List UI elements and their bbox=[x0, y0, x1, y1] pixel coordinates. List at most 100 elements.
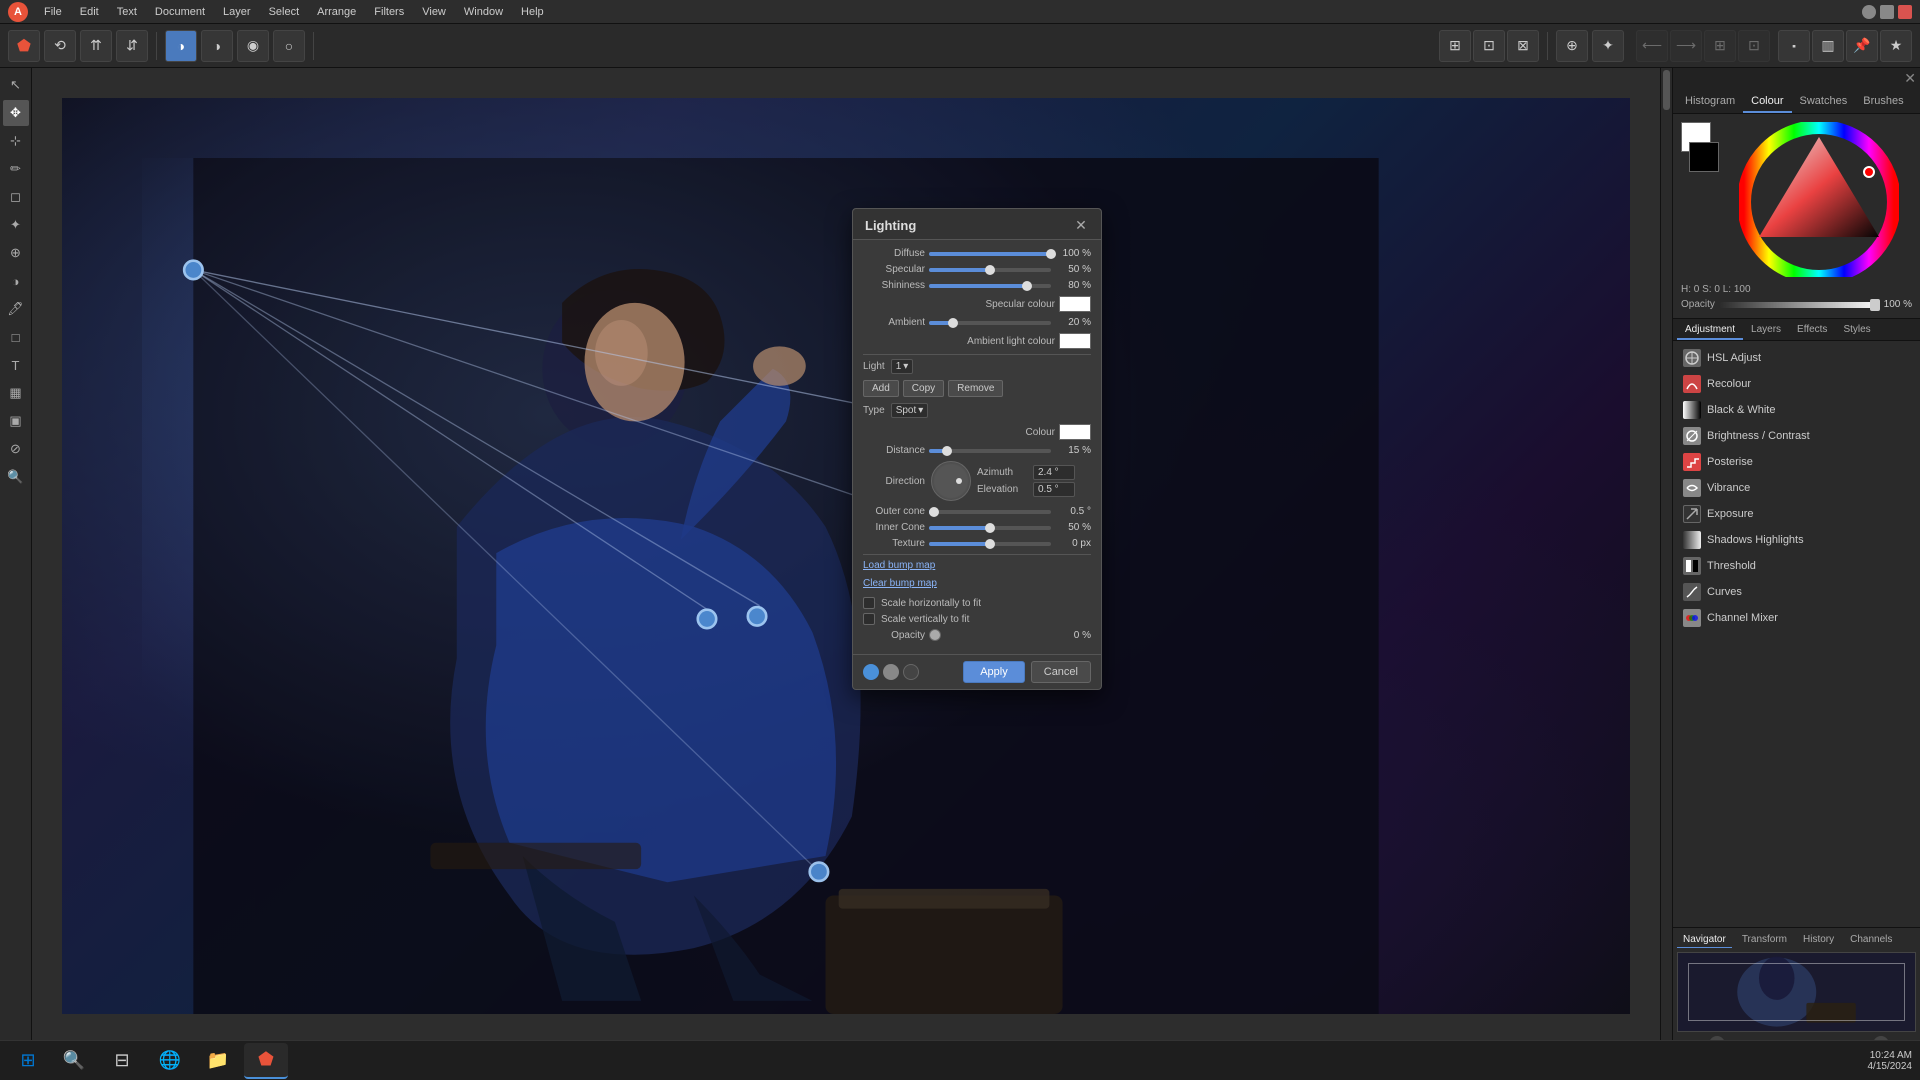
marquee-btn[interactable]: ⊡ bbox=[1473, 30, 1505, 62]
tool-shape[interactable]: □ bbox=[3, 324, 29, 350]
adj-channel-mixer[interactable]: Channel Mixer bbox=[1677, 605, 1916, 631]
apply-button[interactable]: Apply bbox=[963, 661, 1025, 683]
tool-eraser[interactable]: ◻ bbox=[3, 184, 29, 210]
tool-gradient[interactable]: ▦ bbox=[3, 380, 29, 406]
footer-icon-3[interactable] bbox=[903, 664, 919, 680]
adj-exposure[interactable]: Exposure bbox=[1677, 501, 1916, 527]
panel-close-button[interactable]: ✕ bbox=[1904, 70, 1916, 87]
copy-light-button[interactable]: Copy bbox=[903, 380, 944, 397]
tab-brushes[interactable]: Brushes bbox=[1855, 91, 1911, 113]
inner-cone-thumb[interactable] bbox=[985, 523, 995, 533]
ambient-thumb[interactable] bbox=[948, 318, 958, 328]
history-back[interactable]: ⟵ bbox=[1636, 30, 1668, 62]
history-fwd[interactable]: ⟶ bbox=[1670, 30, 1702, 62]
canvas-view[interactable]: Lighting ✕ Diffuse 100 % bbox=[32, 68, 1660, 1044]
vertical-scrollbar[interactable] bbox=[1660, 68, 1672, 1044]
tool-text[interactable]: T bbox=[3, 352, 29, 378]
tool-pen[interactable]: 🖊 bbox=[3, 296, 29, 322]
tab-histogram[interactable]: Histogram bbox=[1677, 91, 1743, 113]
adj-shadows-highlights[interactable]: Shadows Highlights bbox=[1677, 527, 1916, 553]
adj-hsl-adjust[interactable]: HSL Adjust bbox=[1677, 345, 1916, 371]
cancel-button[interactable]: Cancel bbox=[1031, 661, 1091, 683]
menu-help[interactable]: Help bbox=[513, 4, 552, 20]
tab-effects[interactable]: Effects bbox=[1789, 321, 1835, 340]
window-close[interactable] bbox=[1898, 5, 1912, 19]
snap-btn[interactable]: ⊕ bbox=[1556, 30, 1588, 62]
azimuth-input[interactable] bbox=[1033, 465, 1075, 480]
toolbar-affinity-home[interactable]: ⬟ bbox=[8, 30, 40, 62]
diffuse-thumb[interactable] bbox=[1046, 249, 1056, 259]
window-minimize[interactable] bbox=[1862, 5, 1876, 19]
tool-dodge[interactable]: ◑ bbox=[3, 268, 29, 294]
footer-icon-1[interactable] bbox=[863, 664, 879, 680]
tool-zoom[interactable]: 🔍 bbox=[3, 464, 29, 490]
opacity-slider[interactable] bbox=[1719, 302, 1880, 308]
nav-tab-history[interactable]: History bbox=[1797, 932, 1840, 948]
adj-posterise[interactable]: Posterise bbox=[1677, 449, 1916, 475]
tool-clone[interactable]: ⊕ bbox=[3, 240, 29, 266]
footer-icon-2[interactable] bbox=[883, 664, 899, 680]
clear-bump-map-button[interactable]: Clear bump map bbox=[863, 578, 937, 589]
view-star[interactable]: ★ bbox=[1880, 30, 1912, 62]
specular-slider[interactable] bbox=[929, 268, 1051, 272]
menu-layer[interactable]: Layer bbox=[215, 4, 259, 20]
tool-crop[interactable]: ⊹ bbox=[3, 128, 29, 154]
tab-adjustment[interactable]: Adjustment bbox=[1677, 321, 1743, 340]
opacity-slider-thumb[interactable] bbox=[1870, 299, 1880, 311]
menu-file[interactable]: File bbox=[36, 4, 70, 20]
direction-dial[interactable] bbox=[931, 461, 971, 501]
start-button[interactable]: ⊞ bbox=[8, 1045, 48, 1077]
history-more[interactable]: ⊞ bbox=[1704, 30, 1736, 62]
nav-tab-channels[interactable]: Channels bbox=[1844, 932, 1898, 948]
inner-cone-slider[interactable] bbox=[929, 526, 1051, 530]
toolbar-blend-mode[interactable]: ◑ bbox=[165, 30, 197, 62]
tab-layers[interactable]: Layers bbox=[1743, 321, 1789, 340]
elevation-input[interactable] bbox=[1033, 482, 1075, 497]
nav-tab-navigator[interactable]: Navigator bbox=[1677, 932, 1732, 948]
pixel-btn[interactable]: ⊠ bbox=[1507, 30, 1539, 62]
menu-arrange[interactable]: Arrange bbox=[309, 4, 364, 20]
dialog-close-button[interactable]: ✕ bbox=[1073, 217, 1089, 233]
toolbar-colors[interactable]: ◉ bbox=[237, 30, 269, 62]
outer-cone-slider[interactable] bbox=[929, 510, 1051, 514]
texture-slider[interactable] bbox=[929, 542, 1051, 546]
tab-swatches[interactable]: Swatches bbox=[1792, 91, 1856, 113]
adj-recolour[interactable]: Recolour bbox=[1677, 371, 1916, 397]
toolbar-contrast[interactable]: ◑ bbox=[201, 30, 233, 62]
tool-fill[interactable]: ▣ bbox=[3, 408, 29, 434]
menu-select[interactable]: Select bbox=[261, 4, 308, 20]
background-swatch[interactable] bbox=[1689, 142, 1719, 172]
diffuse-slider[interactable] bbox=[929, 252, 1051, 256]
taskbar-edge[interactable]: 🌐 bbox=[148, 1043, 192, 1079]
tool-healing[interactable]: ✦ bbox=[3, 212, 29, 238]
tool-color-picker[interactable]: ⊘ bbox=[3, 436, 29, 462]
menu-text[interactable]: Text bbox=[109, 4, 145, 20]
view-panel[interactable]: ▥ bbox=[1812, 30, 1844, 62]
nav-tab-transform[interactable]: Transform bbox=[1736, 932, 1793, 948]
window-maximize[interactable] bbox=[1880, 5, 1894, 19]
load-bump-map-button[interactable]: Load bump map bbox=[863, 560, 935, 571]
adj-black-white[interactable]: Black & White bbox=[1677, 397, 1916, 423]
history-4[interactable]: ⊡ bbox=[1738, 30, 1770, 62]
texture-thumb[interactable] bbox=[985, 539, 995, 549]
adj-brightness[interactable]: Brightness / Contrast bbox=[1677, 423, 1916, 449]
shininess-thumb[interactable] bbox=[1022, 281, 1032, 291]
remove-light-button[interactable]: Remove bbox=[948, 380, 1003, 397]
scale-vertical-checkbox[interactable] bbox=[863, 613, 875, 625]
type-select[interactable]: Spot ▾ bbox=[891, 403, 929, 418]
menu-document[interactable]: Document bbox=[147, 4, 213, 20]
adj-curves[interactable]: Curves bbox=[1677, 579, 1916, 605]
taskbar-taskview[interactable]: ⊟ bbox=[100, 1043, 144, 1079]
taskbar-affinity[interactable]: ⬟ bbox=[244, 1043, 288, 1079]
ambient-slider[interactable] bbox=[929, 321, 1051, 325]
vscroll-thumb[interactable] bbox=[1663, 70, 1670, 110]
distance-thumb[interactable] bbox=[942, 446, 952, 456]
scale-horizontal-checkbox[interactable] bbox=[863, 597, 875, 609]
tool-brush[interactable]: ✏ bbox=[3, 156, 29, 182]
tool-move[interactable]: ✥ bbox=[3, 100, 29, 126]
grid-btn[interactable]: ⊞ bbox=[1439, 30, 1471, 62]
color-wheel-svg[interactable] bbox=[1739, 122, 1899, 277]
specular-thumb[interactable] bbox=[985, 265, 995, 275]
menu-window[interactable]: Window bbox=[456, 4, 511, 20]
menu-edit[interactable]: Edit bbox=[72, 4, 107, 20]
